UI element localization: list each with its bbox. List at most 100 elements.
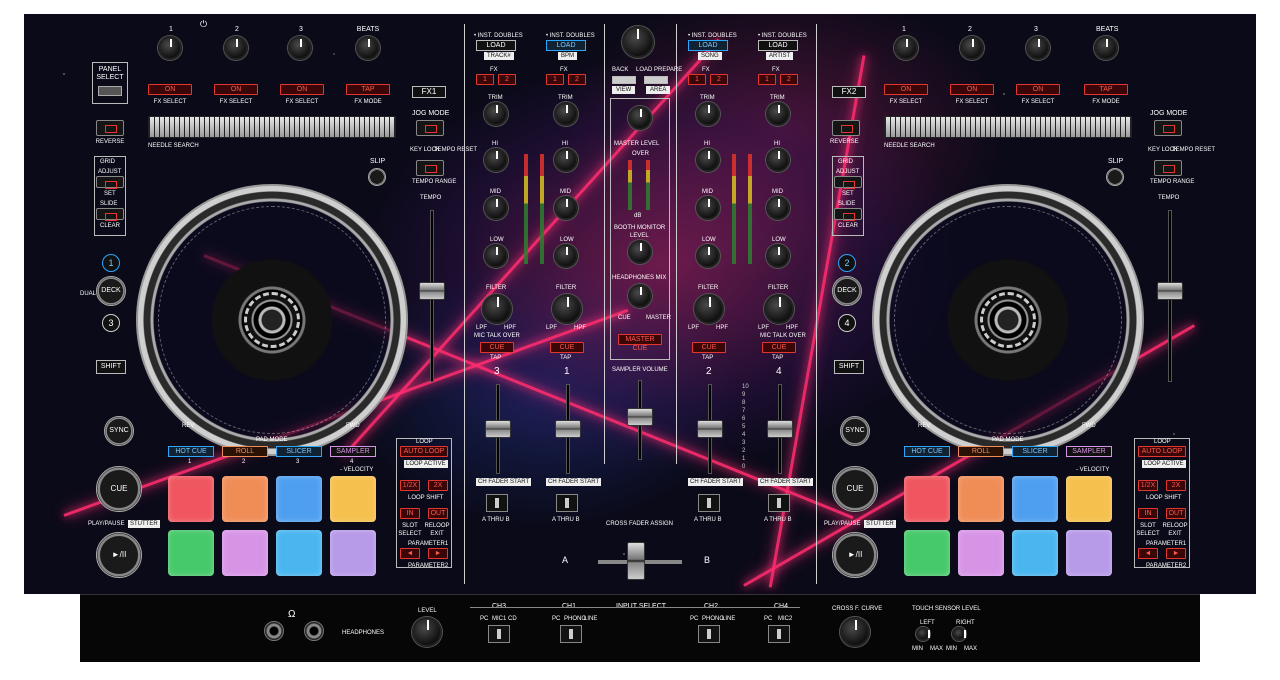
right-fx-knob-2[interactable] — [960, 36, 984, 60]
ch4-hi-knob[interactable] — [766, 148, 790, 172]
ch3-fx1-button[interactable]: 1 — [476, 74, 494, 85]
deck-select-button[interactable]: DECK — [96, 276, 126, 306]
performance-pad-4[interactable] — [330, 476, 376, 522]
right-fx-knob-1[interactable] — [894, 36, 918, 60]
loop-in-button[interactable]: IN — [400, 508, 420, 519]
ch1-trim-knob[interactable] — [554, 102, 578, 126]
right-performance-pad-5[interactable] — [904, 530, 950, 576]
ch3-crossfader-assign[interactable] — [486, 494, 508, 512]
right-fx-tap-button[interactable]: TAP — [1084, 84, 1128, 95]
browse-rotary[interactable] — [622, 26, 654, 58]
ch3-fx2-button[interactable]: 2 — [498, 74, 516, 85]
right-pad-mode-hot-cue[interactable]: HOT CUE — [904, 446, 950, 457]
ch4-fx2-button[interactable]: 2 — [780, 74, 798, 85]
ch1-filter-knob[interactable] — [552, 294, 582, 324]
ch2-low-knob[interactable] — [696, 244, 720, 268]
ch4-input-switch[interactable] — [768, 625, 790, 643]
right-key-lock-button[interactable] — [1154, 160, 1182, 176]
touch-sensor-right-knob[interactable] — [952, 627, 966, 641]
right-fx-on-3-button[interactable]: ON — [1016, 84, 1060, 95]
right-loop-double-button[interactable]: 2X — [1166, 480, 1186, 491]
reverse-button[interactable] — [96, 120, 124, 136]
right-pad-mode-roll[interactable]: ROLL — [958, 446, 1004, 457]
ch2-channel-fader[interactable] — [697, 420, 723, 438]
loop-out-button[interactable]: OUT — [428, 508, 448, 519]
right-deck-select-button[interactable]: DECK — [832, 276, 862, 306]
deck-3-indicator[interactable]: 3 — [102, 314, 120, 332]
right-cue-button[interactable]: CUE — [832, 466, 878, 512]
pad-mode-hot-cue[interactable]: HOT CUE — [168, 446, 214, 457]
ch3-low-knob[interactable] — [484, 244, 508, 268]
ch4-fx1-button[interactable]: 1 — [758, 74, 776, 85]
ch2-fx1-button[interactable]: 1 — [688, 74, 706, 85]
grid-adjust-button[interactable] — [96, 176, 124, 189]
fx-knob-1[interactable] — [158, 36, 182, 60]
back-button[interactable] — [612, 76, 636, 84]
performance-pad-6[interactable] — [222, 530, 268, 576]
fx-beats-knob[interactable] — [356, 36, 380, 60]
right-performance-pad-7[interactable] — [1012, 530, 1058, 576]
ch1-low-knob[interactable] — [554, 244, 578, 268]
needle-search-strip[interactable] — [148, 116, 396, 138]
ch1-fx1-button[interactable]: 1 — [546, 74, 564, 85]
right-fx-on-2-button[interactable]: ON — [950, 84, 994, 95]
cue-button[interactable]: CUE — [96, 466, 142, 512]
ch1-input-switch[interactable] — [560, 625, 582, 643]
ch4-load-button[interactable]: LOAD — [758, 40, 798, 51]
ch4-crossfader-assign[interactable] — [768, 494, 790, 512]
key-lock-button[interactable] — [416, 160, 444, 176]
right-performance-pad-8[interactable] — [1066, 530, 1112, 576]
right-pad-mode-slicer[interactable]: SLICER — [1012, 446, 1058, 457]
auto-loop-button[interactable]: AUTO LOOP — [400, 446, 448, 457]
tempo-slider[interactable] — [419, 282, 445, 300]
deck-2-indicator[interactable]: 2 — [838, 254, 856, 272]
right-jog-mode-button[interactable] — [1154, 120, 1182, 136]
ch3-input-switch[interactable] — [488, 625, 510, 643]
ch3-mid-knob[interactable] — [484, 196, 508, 220]
loop-double-button[interactable]: 2X — [428, 480, 448, 491]
ch4-mid-knob[interactable] — [766, 196, 790, 220]
right-performance-pad-2[interactable] — [958, 476, 1004, 522]
right-fx-beats-knob[interactable] — [1094, 36, 1118, 60]
ch4-channel-fader[interactable] — [767, 420, 793, 438]
pad-mode-sampler[interactable]: SAMPLER — [330, 446, 376, 457]
ch2-input-switch[interactable] — [698, 625, 720, 643]
play-pause-button[interactable]: ►/II — [96, 532, 142, 578]
right-play-pause-button[interactable]: ►/II — [832, 532, 878, 578]
ch2-fx2-button[interactable]: 2 — [710, 74, 728, 85]
ch2-hi-knob[interactable] — [696, 148, 720, 172]
ch2-cue-button[interactable]: CUE — [692, 342, 726, 353]
right-performance-pad-3[interactable] — [1012, 476, 1058, 522]
right-fx-on-1-button[interactable]: ON — [884, 84, 928, 95]
parameter-right-button[interactable]: ► — [428, 548, 448, 559]
headphones-level-knob[interactable] — [412, 617, 442, 647]
right-reverse-button[interactable] — [832, 120, 860, 136]
performance-pad-8[interactable] — [330, 530, 376, 576]
pad-mode-roll[interactable]: ROLL — [222, 446, 268, 457]
crossfader[interactable] — [627, 542, 645, 580]
ch3-cue-button[interactable]: CUE — [480, 342, 514, 353]
pad-mode-slicer[interactable]: SLICER — [276, 446, 322, 457]
right-fx-knob-3[interactable] — [1026, 36, 1050, 60]
jog-wheel[interactable] — [136, 184, 408, 456]
load-prepare-button[interactable] — [644, 76, 668, 84]
performance-pad-2[interactable] — [222, 476, 268, 522]
right-jog-wheel[interactable] — [872, 184, 1144, 456]
performance-pad-5[interactable] — [168, 530, 214, 576]
ch4-low-knob[interactable] — [766, 244, 790, 268]
fx-knob-3[interactable] — [288, 36, 312, 60]
performance-pad-1[interactable] — [168, 476, 214, 522]
loop-half-button[interactable]: 1/2X — [400, 480, 420, 491]
ch3-channel-fader[interactable] — [485, 420, 511, 438]
ch3-hi-knob[interactable] — [484, 148, 508, 172]
ch1-hi-knob[interactable] — [554, 148, 578, 172]
right-loop-in-button[interactable]: IN — [1138, 508, 1158, 519]
jog-mode-button[interactable] — [416, 120, 444, 136]
booth-level-knob[interactable] — [628, 240, 652, 264]
right-sync-button[interactable]: SYNC — [840, 416, 870, 446]
headphones-jack-large[interactable] — [264, 621, 284, 641]
headphones-jack-small[interactable] — [304, 621, 324, 641]
right-tempo-slider[interactable] — [1157, 282, 1183, 300]
master-level-knob[interactable] — [628, 106, 652, 130]
right-slip-button[interactable] — [1106, 168, 1124, 186]
